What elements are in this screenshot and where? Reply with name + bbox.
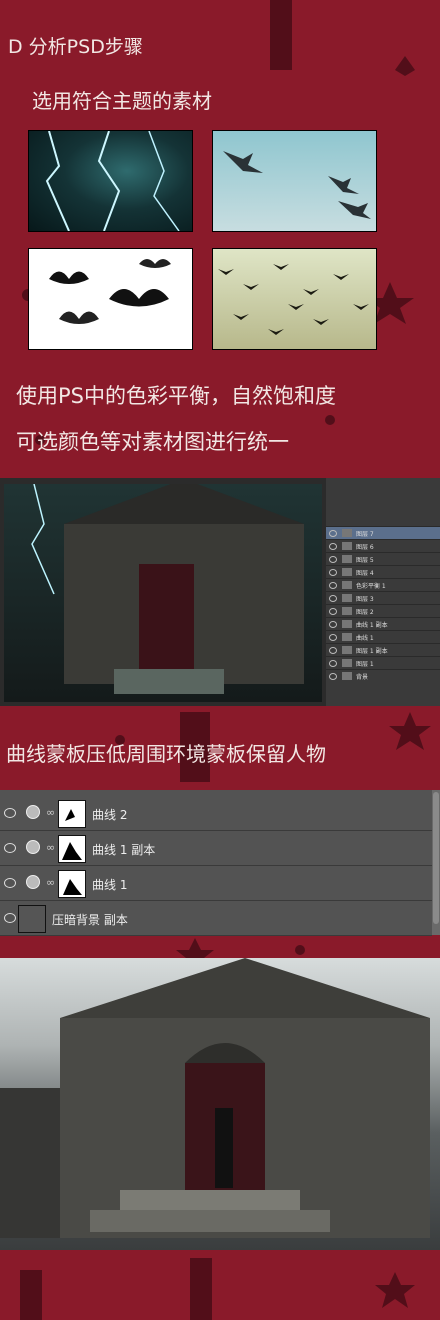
- ps-layer-row[interactable]: 曲线 1: [326, 630, 440, 643]
- section-subheading: 选用符合主题的素材: [32, 89, 212, 113]
- bats-material-image: [28, 248, 193, 350]
- curves-adjustment-icon: [26, 805, 40, 819]
- ps-canvas-composite: [4, 479, 322, 702]
- dragons-silhouette-graphic: [223, 151, 371, 219]
- ps-layer-row[interactable]: 图层 3: [326, 591, 440, 604]
- layer-thumbnail: [342, 529, 352, 537]
- eye-icon[interactable]: [4, 843, 16, 853]
- eye-icon[interactable]: [329, 647, 337, 654]
- layers-scrollbar[interactable]: [432, 790, 440, 935]
- layer-thumbnail: [342, 659, 352, 667]
- eye-icon[interactable]: [329, 569, 337, 576]
- layer-thumbnail: [342, 568, 352, 576]
- layer-row[interactable]: ∞ 曲线 1: [0, 866, 432, 901]
- eye-icon[interactable]: [329, 621, 337, 628]
- ps-layer-row[interactable]: 背景: [326, 669, 440, 682]
- ps-layers-panel: 图层 7 图层 6 图层 5 图层 4 色彩平衡 1 图层 3 图层 2 曲线 …: [326, 478, 440, 706]
- dot-ornament-icon: [325, 415, 335, 425]
- bat-ornament-icon: [395, 56, 415, 76]
- layer-mask-thumbnail: [58, 870, 86, 898]
- layer-mask-thumbnail: [58, 800, 86, 828]
- ps-layer-row[interactable]: 图层 4: [326, 565, 440, 578]
- eye-icon[interactable]: [4, 913, 16, 923]
- layer-row[interactable]: 压暗背景 副本: [0, 901, 432, 936]
- ps-layer-row[interactable]: 色彩平衡 1: [326, 578, 440, 591]
- eye-icon[interactable]: [329, 634, 337, 641]
- ps-layer-row[interactable]: 图层 5: [326, 552, 440, 565]
- layer-row[interactable]: ∞ 曲线 1 副本: [0, 831, 432, 866]
- page-heading: D 分析PSD步骤: [8, 36, 143, 58]
- layer-thumbnail: [342, 594, 352, 602]
- chain-link-icon[interactable]: ∞: [46, 876, 55, 889]
- dragons-material-image: [212, 130, 377, 232]
- lightning-bolts-graphic: [45, 131, 180, 231]
- layer-mask-thumbnail: [58, 835, 86, 863]
- ps-layer-row[interactable]: 图层 1 副本: [326, 643, 440, 656]
- ps-layer-row[interactable]: 图层 6: [326, 539, 440, 552]
- layer-thumbnail: [342, 633, 352, 641]
- eye-icon[interactable]: [329, 530, 337, 537]
- eye-icon[interactable]: [329, 660, 337, 667]
- eye-icon[interactable]: [329, 595, 337, 602]
- curves-adjustment-icon: [26, 875, 40, 889]
- star-ornament-icon: [375, 1272, 415, 1308]
- bat-flock-material-image: [212, 248, 377, 350]
- dot-ornament-icon: [295, 945, 305, 955]
- eye-icon[interactable]: [4, 878, 16, 888]
- curves-mask-caption: 曲线蒙板压低周围环境蒙板保留人物: [6, 742, 326, 766]
- color-adjust-caption-line1: 使用PS中的色彩平衡，自然饱和度: [16, 384, 336, 408]
- layer-thumbnail: [342, 555, 352, 563]
- layers-scrollbar-thumb[interactable]: [433, 792, 439, 924]
- final-church-photo: [0, 958, 440, 1250]
- layer-row[interactable]: ∞ 曲线 2: [0, 796, 432, 831]
- lightning-material-image: [28, 130, 193, 232]
- eye-icon[interactable]: [329, 556, 337, 563]
- ps-layer-row[interactable]: 图层 7: [326, 526, 440, 539]
- flock-silhouette-graphic: [218, 264, 369, 335]
- bats-silhouette-graphic: [49, 259, 171, 324]
- layer-thumbnail: [342, 607, 352, 615]
- chain-link-icon[interactable]: ∞: [46, 806, 55, 819]
- church-photo-graphic: [0, 958, 430, 1238]
- layer-thumbnail: [342, 672, 352, 680]
- layer-thumbnail: [342, 620, 352, 628]
- color-adjust-caption-line2: 可选颜色等对素材图进行统一: [16, 430, 289, 454]
- layer-thumbnail: [342, 581, 352, 589]
- church-composite-graphic: [31, 479, 304, 694]
- ps-layer-row[interactable]: 曲线 1 副本: [326, 617, 440, 630]
- cross-ornament-icon: [190, 1258, 212, 1320]
- photoshop-screenshot: 图层 7 图层 6 图层 5 图层 4 色彩平衡 1 图层 3 图层 2 曲线 …: [0, 478, 440, 706]
- curves-adjustment-icon: [26, 840, 40, 854]
- layers-panel-closeup: ∞ 曲线 2 ∞ 曲线 1 副本 ∞ 曲线 1 压暗背景 副本: [0, 790, 440, 936]
- eye-icon[interactable]: [329, 543, 337, 550]
- layer-thumbnail: [18, 905, 46, 933]
- layer-thumbnail: [342, 542, 352, 550]
- lantern-ornament-icon: [20, 1270, 42, 1320]
- ps-layer-row[interactable]: 图层 2: [326, 604, 440, 617]
- lantern-ornament-icon: [270, 0, 292, 70]
- layer-thumbnail: [342, 646, 352, 654]
- star-ornament-icon: [389, 712, 431, 750]
- eye-icon[interactable]: [4, 808, 16, 818]
- eye-icon[interactable]: [329, 582, 337, 589]
- eye-icon[interactable]: [329, 673, 337, 680]
- eye-icon[interactable]: [329, 608, 337, 615]
- chain-link-icon[interactable]: ∞: [46, 841, 55, 854]
- ps-layer-row[interactable]: 图层 1: [326, 656, 440, 669]
